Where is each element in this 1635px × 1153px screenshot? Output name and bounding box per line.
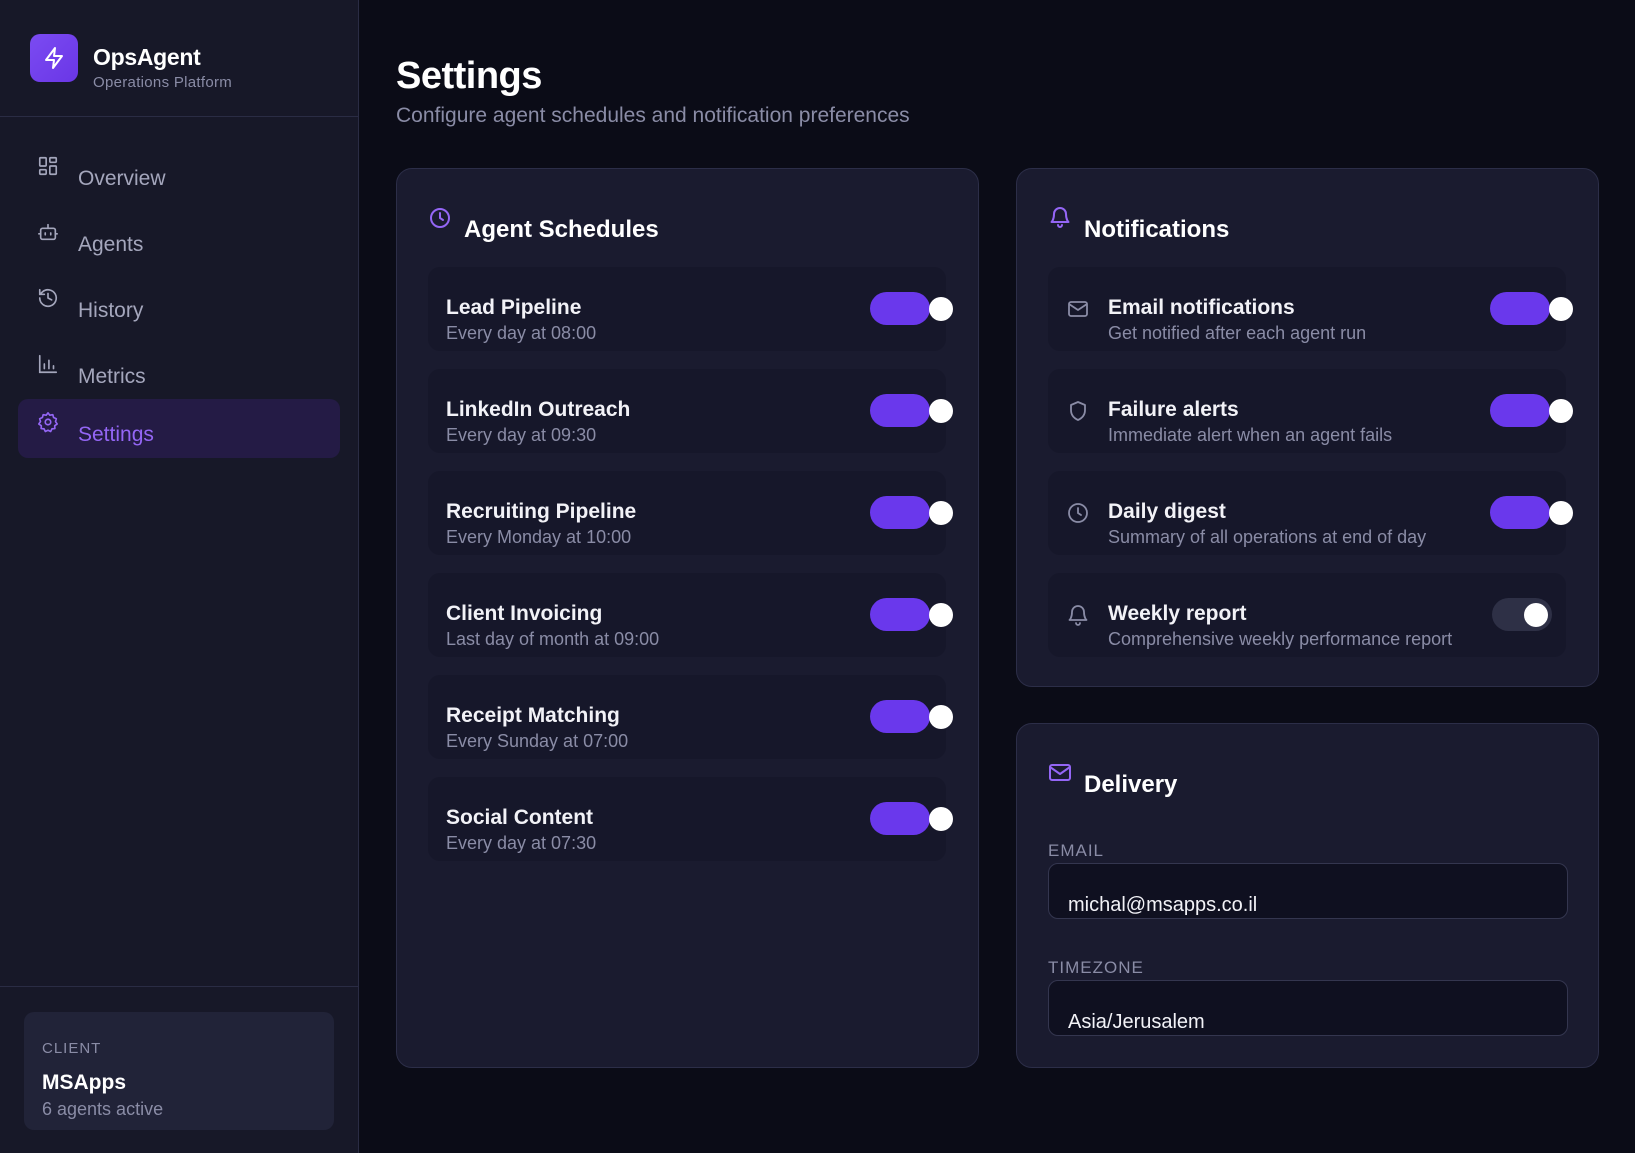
notifications-title: Notifications [1084,216,1230,243]
mail-icon [1068,301,1088,317]
notification-toggle[interactable] [1490,496,1573,529]
schedule-name: LinkedIn Outreach [446,398,631,421]
schedule-time: Every day at 08:00 [446,323,597,343]
bell-icon [1050,207,1070,228]
schedule-toggle[interactable] [870,802,953,835]
nav-item-metrics[interactable]: Metrics [18,341,340,400]
schedule-name: Receipt Matching [446,704,620,727]
sidebar: OpsAgent Operations Platform Overview Ag… [0,0,359,1153]
notifications-panel: Notifications Email notifications Get no… [1016,168,1599,687]
notification-row: Email notifications Get notified after e… [1048,267,1573,351]
nav-item-history[interactable]: History [18,275,340,334]
toggle-knob [929,602,953,627]
email-label: EMAIL [1048,841,1105,860]
email-input[interactable] [1049,864,1567,918]
bar-chart-icon [38,354,58,374]
schedule-name: Social Content [446,806,594,829]
schedule-name: Client Invoicing [446,602,603,625]
brand-name: OpsAgent [93,44,201,70]
nav-item-agents[interactable]: Agents [18,209,340,268]
bot-icon [38,223,58,241]
clock-icon [1068,503,1088,523]
schedule-row: Social Content Every day at 07:30 [428,777,953,861]
notification-description: Summary of all operations at end of day [1108,527,1427,547]
schedule-toggle[interactable] [870,700,953,733]
toggle-knob [929,704,953,729]
mail-icon [1049,764,1071,781]
notification-name: Daily digest [1108,500,1226,523]
nav-label: Settings [78,423,154,446]
notification-description: Get notified after each agent run [1108,323,1367,343]
bell-icon [1068,605,1088,626]
nav-label: Metrics [78,365,146,388]
delivery-panel: Delivery EMAIL TIMEZONE [1016,723,1599,1068]
toggle-knob [929,500,953,525]
page-title: Settings [396,55,542,97]
toggle-knob [929,296,953,321]
nav-item-overview[interactable]: Overview [18,143,340,202]
schedule-time: Every day at 09:30 [446,425,597,445]
nav-label: Agents [78,233,144,256]
schedule-row: Receipt Matching Every Sunday at 07:00 [428,675,953,759]
notification-row: Weekly report Comprehensive weekly perfo… [1048,573,1566,657]
page-subtitle: Configure agent schedules and notificati… [396,104,910,127]
clock-icon [430,208,450,228]
gear-icon [38,412,58,433]
timezone-input[interactable] [1049,981,1567,1035]
schedule-row: Client Invoicing Last day of month at 09… [428,573,953,657]
email-field[interactable] [1048,863,1568,919]
notification-toggle[interactable] [1490,394,1573,427]
history-icon [38,288,58,308]
schedule-toggle[interactable] [870,292,953,325]
schedule-time: Every Monday at 10:00 [446,527,632,547]
schedule-row: Lead Pipeline Every day at 08:00 [428,267,953,351]
notification-name: Weekly report [1108,602,1247,625]
toggle-knob [1549,398,1573,423]
schedule-name: Lead Pipeline [446,296,582,319]
lightning-icon [30,34,78,82]
toggle-knob [1524,602,1548,627]
client-label: CLIENT [42,1040,102,1057]
schedule-row: Recruiting Pipeline Every Monday at 10:0… [428,471,953,555]
schedule-toggle[interactable] [870,598,953,631]
brand-subtitle: Operations Platform [93,74,233,91]
client-status: 6 agents active [42,1099,164,1119]
schedule-toggle[interactable] [870,496,953,529]
timezone-field[interactable] [1048,980,1568,1036]
grid-icon [38,156,58,176]
nav-label: History [78,299,144,322]
notification-row: Failure alerts Immediate alert when an a… [1048,369,1573,453]
client-card: CLIENT MSApps 6 agents active [24,1012,334,1130]
nav-item-settings[interactable]: Settings [18,399,340,458]
notification-name: Failure alerts [1108,398,1239,421]
toggle-knob [1549,296,1573,321]
toggle-knob [929,806,953,831]
brand-header: OpsAgent Operations Platform [0,0,358,117]
schedule-time: Last day of month at 09:00 [446,629,660,649]
notification-row: Daily digest Summary of all operations a… [1048,471,1573,555]
delivery-title: Delivery [1084,771,1178,798]
schedule-toggle[interactable] [870,394,953,427]
agent-schedules-title: Agent Schedules [464,216,659,243]
schedule-time: Every day at 07:30 [446,833,597,853]
notification-toggle[interactable] [1492,598,1552,631]
sidebar-footer: CLIENT MSApps 6 agents active [0,986,358,1153]
agent-schedules-panel: Agent Schedules Lead Pipeline Every day … [396,168,979,1068]
shield-icon [1070,401,1086,421]
notification-description: Comprehensive weekly performance report [1108,629,1453,649]
notification-toggle[interactable] [1490,292,1573,325]
nav-label: Overview [78,167,166,190]
schedule-row: LinkedIn Outreach Every day at 09:30 [428,369,953,453]
schedule-name: Recruiting Pipeline [446,500,637,523]
client-name: MSApps [42,1071,126,1094]
notification-description: Immediate alert when an agent fails [1108,425,1393,445]
timezone-label: TIMEZONE [1048,958,1144,977]
notification-name: Email notifications [1108,296,1295,319]
toggle-knob [929,398,953,423]
schedule-time: Every Sunday at 07:00 [446,731,629,751]
toggle-knob [1549,500,1573,525]
